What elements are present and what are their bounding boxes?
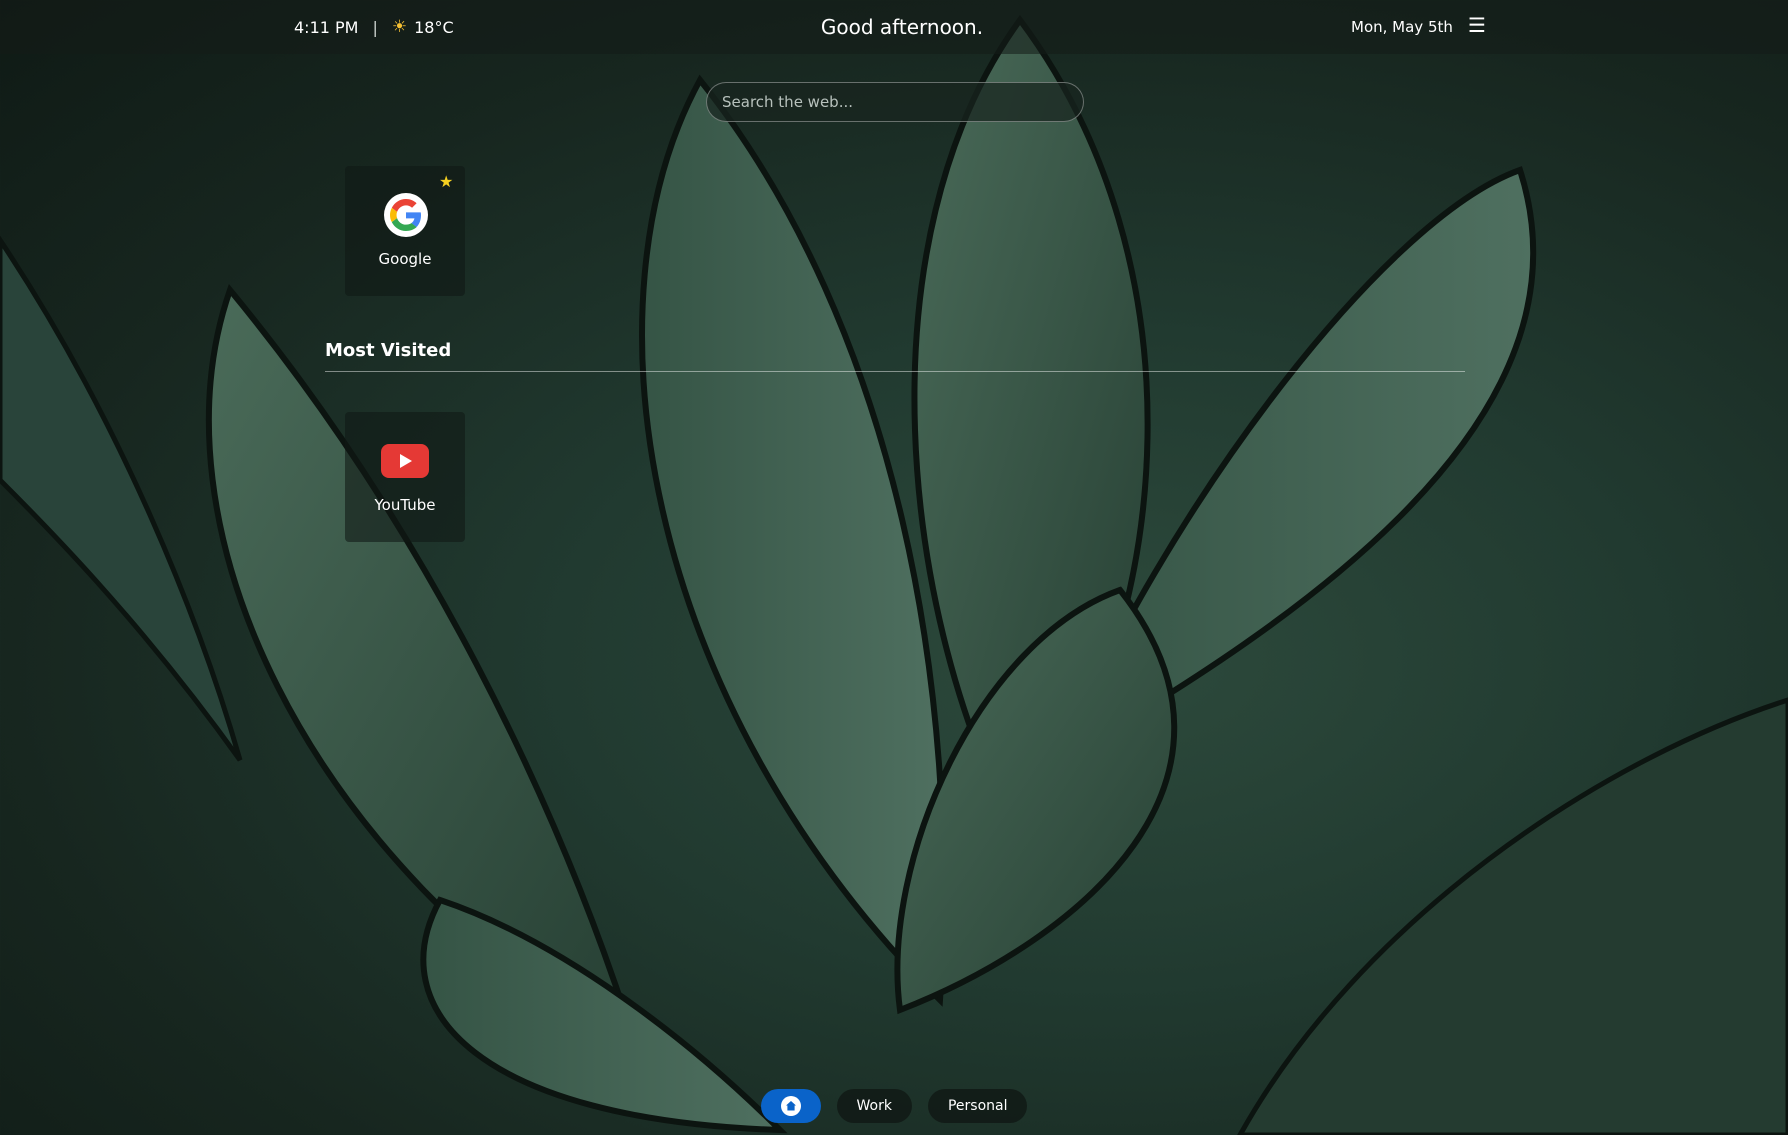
agave-leaves-wallpaper xyxy=(0,14,1788,1135)
star-icon: ★ xyxy=(439,172,454,191)
tile-label: YouTube xyxy=(374,496,436,514)
temperature: 18°C xyxy=(414,17,454,37)
hamburger-menu-icon[interactable]: ☰ xyxy=(1466,10,1488,40)
tab-personal[interactable]: Personal xyxy=(927,1089,1028,1123)
sun-icon: ☀ xyxy=(391,17,408,37)
tab-home[interactable] xyxy=(760,1089,821,1123)
greeting: Good afternoon. xyxy=(820,15,984,39)
bottom-nav: Work Personal xyxy=(0,1089,1788,1123)
date: Mon, May 5th xyxy=(1351,18,1453,36)
most-visited-tile-youtube[interactable]: YouTube xyxy=(345,412,465,542)
play-icon xyxy=(400,454,412,468)
home-icon xyxy=(780,1096,801,1116)
separator: | xyxy=(372,17,378,37)
favorite-tile-google[interactable]: ★ Google xyxy=(345,166,465,296)
search-input[interactable] xyxy=(706,82,1084,122)
weather-widget[interactable]: ☀ 18°C xyxy=(392,17,454,37)
clock-weather: 4:11 PM | ☀ 18°C xyxy=(294,0,454,54)
youtube-icon xyxy=(381,444,429,478)
tab-work[interactable]: Work xyxy=(836,1089,912,1123)
clock-time: 4:11 PM xyxy=(294,17,359,37)
top-bar: 4:11 PM | ☀ 18°C Good afternoon. Mon, Ma… xyxy=(0,0,1788,54)
most-visited-title: Most Visited xyxy=(325,340,452,361)
google-icon xyxy=(384,193,428,237)
tile-label: Google xyxy=(378,250,432,268)
section-divider xyxy=(325,371,1465,372)
